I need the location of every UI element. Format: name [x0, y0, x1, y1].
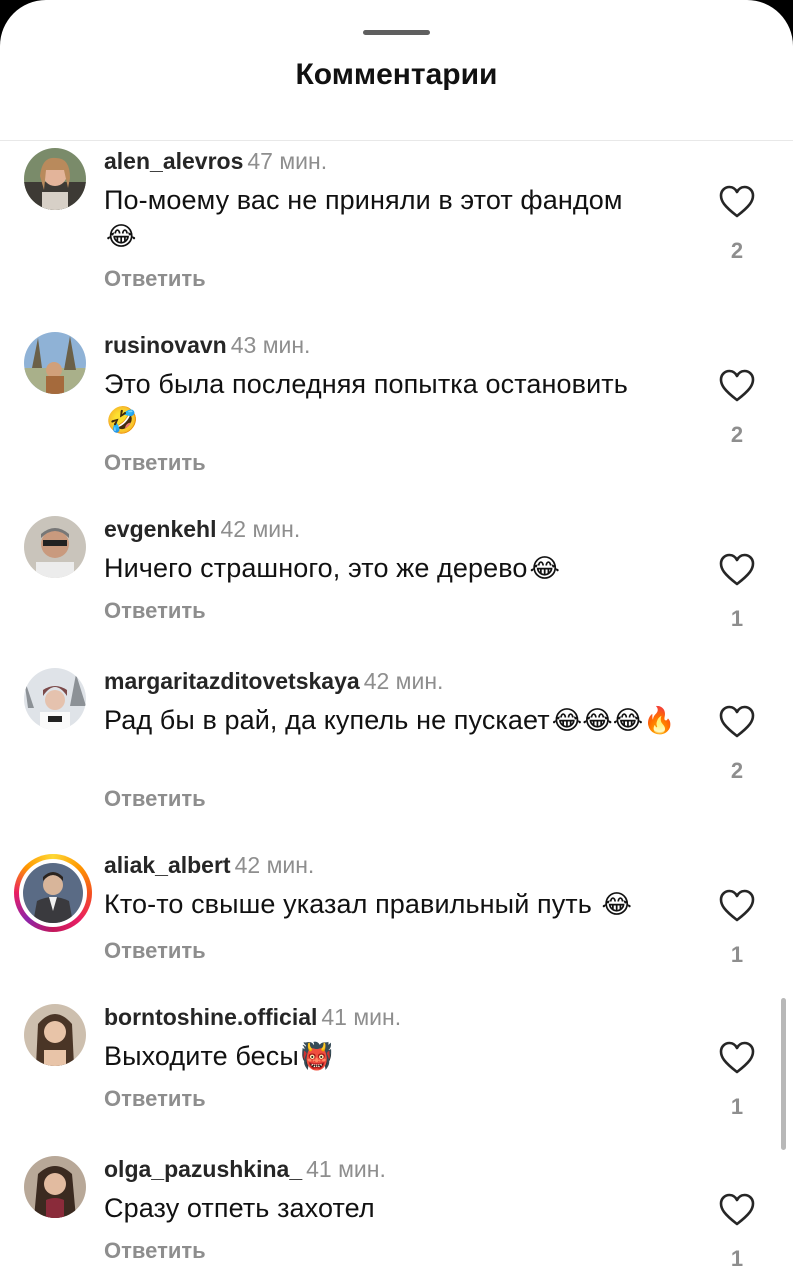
- heart-outline-icon[interactable]: [718, 552, 756, 588]
- reply-button[interactable]: Ответить: [104, 266, 206, 292]
- comment-body: Это была последняя попытка остановить: [104, 369, 628, 399]
- reply-button[interactable]: Ответить: [104, 938, 206, 964]
- comment-emoji: 🤣: [106, 406, 139, 436]
- comment-body: По-моему вас не приняли в этот фандом: [104, 185, 623, 215]
- comment-username[interactable]: margaritazditovetskaya: [104, 668, 360, 694]
- avatar: [23, 863, 83, 923]
- heart-outline-icon[interactable]: [718, 888, 756, 924]
- comment-username[interactable]: alen_alevros: [104, 148, 243, 174]
- comment-body: Рад бы в рай, да купель не пускает: [104, 705, 550, 735]
- like-count: 2: [730, 758, 744, 783]
- reply-button[interactable]: Ответить: [104, 786, 206, 812]
- comment-emoji: 👹: [300, 1042, 334, 1072]
- comment-body: Кто-то свыше указал правильный путь: [104, 889, 592, 919]
- like-count: 1: [730, 1246, 744, 1271]
- comment-time: 41 мин.: [321, 1004, 402, 1030]
- comment-emoji: 😂: [529, 554, 560, 584]
- sheet-title: Комментарии: [295, 58, 498, 91]
- sheet-grabber[interactable]: [363, 30, 430, 35]
- like-count: 2: [730, 238, 744, 263]
- comment-body: Сразу отпеть захотел: [104, 1193, 375, 1223]
- heart-outline-icon[interactable]: [718, 184, 756, 220]
- comment-text: Выходите бесы👹: [104, 1038, 694, 1075]
- comment-text: Сразу отпеть захотел: [104, 1190, 694, 1226]
- like-count: 2: [730, 422, 744, 447]
- comment-username[interactable]: borntoshine.official: [104, 1004, 317, 1030]
- comment-text: По-моему вас не приняли в этот фандом 😂: [104, 182, 694, 255]
- heart-outline-icon[interactable]: [718, 368, 756, 404]
- comment-time: 43 мин.: [230, 332, 311, 358]
- like-count: 1: [730, 942, 744, 967]
- heart-outline-icon[interactable]: [718, 1040, 756, 1076]
- avatar[interactable]: [24, 148, 86, 210]
- comment-body: Выходите бесы: [104, 1041, 299, 1071]
- comment-username[interactable]: rusinovavn: [104, 332, 227, 358]
- like-count: 1: [730, 1094, 744, 1119]
- reply-button[interactable]: Ответить: [104, 450, 206, 476]
- comment-username[interactable]: olga_pazushkina_: [104, 1156, 302, 1182]
- avatar[interactable]: [24, 332, 86, 394]
- heart-outline-icon[interactable]: [718, 1192, 756, 1228]
- comment-time: 42 мин.: [363, 668, 444, 694]
- comment-emoji: 😂: [106, 222, 137, 252]
- comment-text: Это была последняя попытка остановить 🤣: [104, 366, 694, 439]
- avatar-story-ring[interactable]: [14, 854, 92, 932]
- avatar[interactable]: [24, 1004, 86, 1066]
- comment-emoji: 😂: [601, 890, 633, 920]
- comment-text: Кто-то свыше указал правильный путь 😂: [104, 886, 694, 923]
- avatar[interactable]: [24, 668, 86, 730]
- comment-time: 42 мин.: [220, 516, 301, 542]
- comment-emoji: 😂😂😂🔥: [551, 706, 676, 736]
- reply-button[interactable]: Ответить: [104, 1086, 206, 1112]
- avatar[interactable]: [24, 1156, 86, 1218]
- comment-username[interactable]: evgenkehl: [104, 516, 217, 542]
- like-count: 1: [730, 606, 744, 631]
- heart-outline-icon[interactable]: [718, 704, 756, 740]
- comment-time: 42 мин.: [234, 852, 315, 878]
- reply-button[interactable]: Ответить: [104, 598, 206, 624]
- header-divider: [0, 140, 793, 141]
- reply-button[interactable]: Ответить: [104, 1238, 206, 1264]
- comment-text: Ничего страшного, это же дерево😂: [104, 550, 694, 587]
- scrollbar[interactable]: [781, 998, 786, 1150]
- comment-time: 41 мин.: [306, 1156, 386, 1182]
- comment-body: Ничего страшного, это же дерево: [104, 553, 528, 583]
- avatar[interactable]: [24, 516, 86, 578]
- comment-text: Рад бы в рай, да купель не пускает😂😂😂🔥: [104, 702, 694, 739]
- comment-time: 47 мин.: [247, 148, 328, 174]
- comment-username[interactable]: aliak_albert: [104, 852, 231, 878]
- comments-sheet: Комментарии alen_alevros 47 мин. По-моему…: [0, 0, 793, 1280]
